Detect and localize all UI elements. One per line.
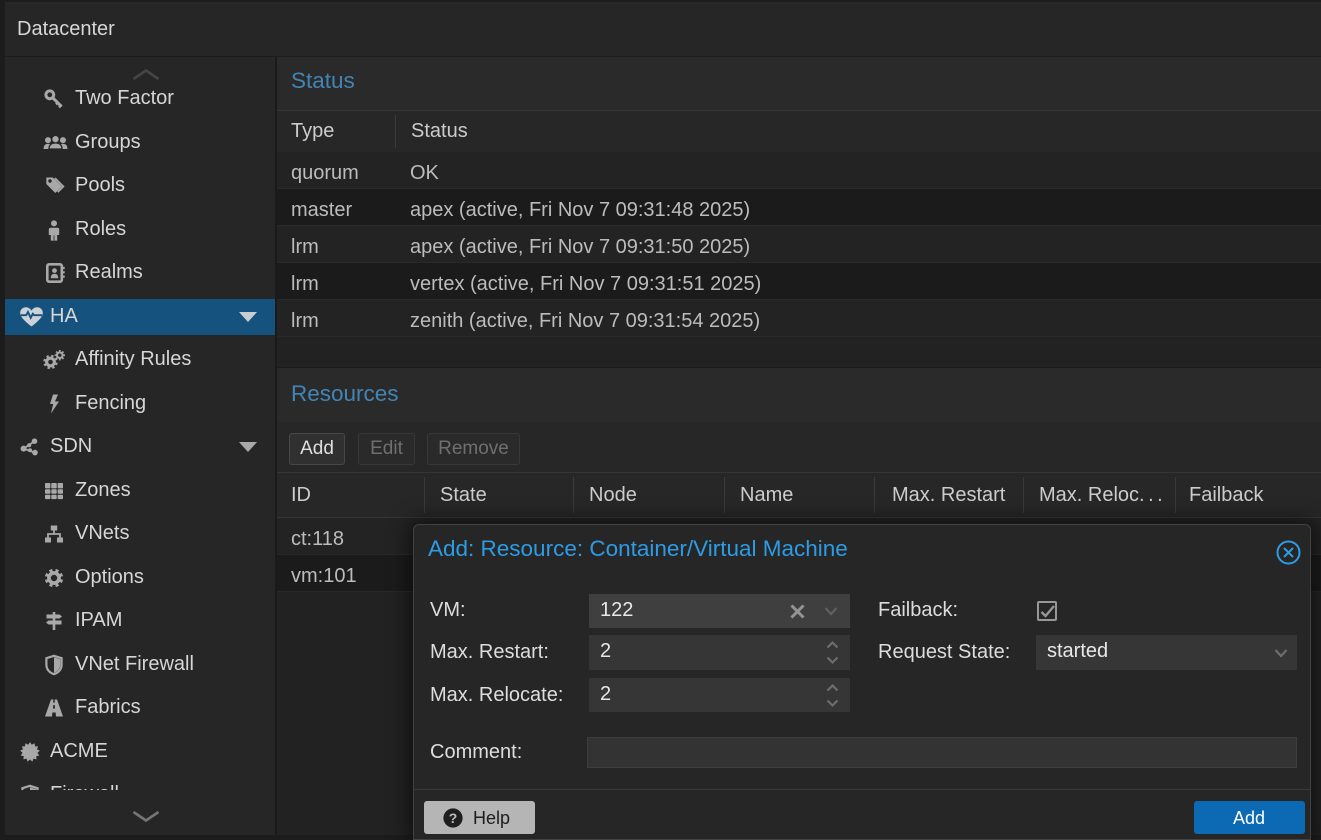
svg-text:?: ? [449,810,458,826]
